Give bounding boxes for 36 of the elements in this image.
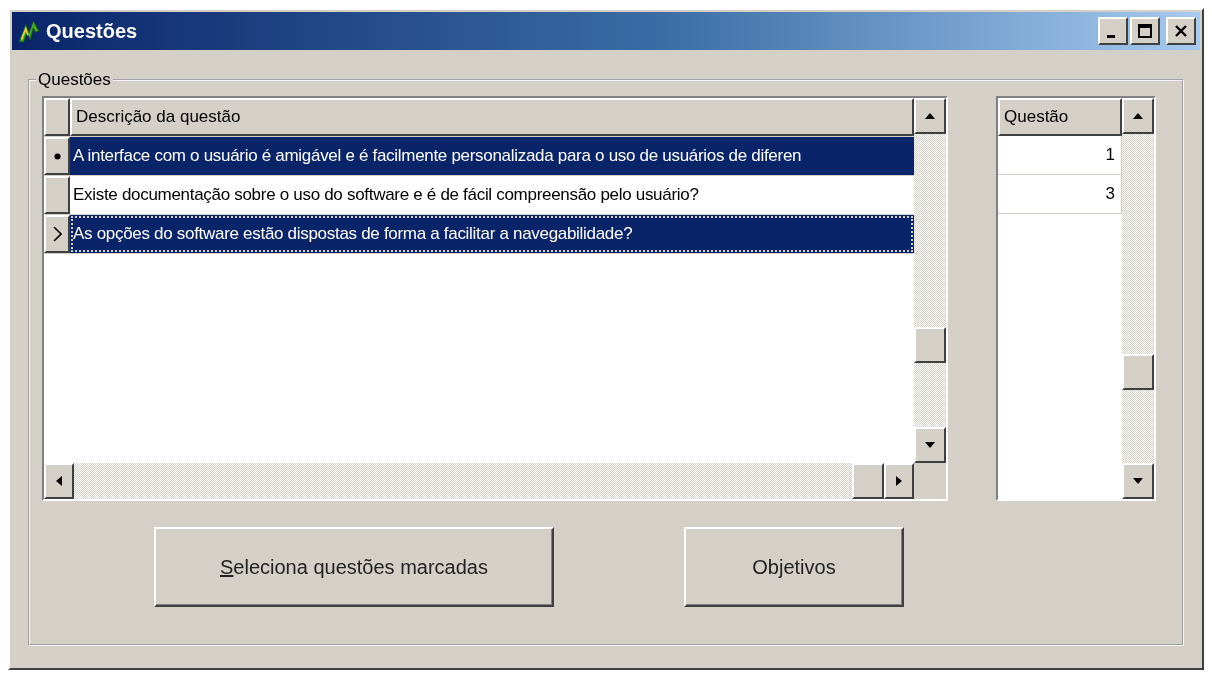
down-arrow-icon [925,442,935,448]
left-arrow-icon [56,476,62,486]
up-arrow-icon [1133,113,1143,119]
objectives-button[interactable]: Objetivos [684,527,904,607]
scroll-thumb[interactable] [1122,353,1154,390]
up-arrow-icon [925,113,935,119]
scroll-thumb[interactable] [852,463,884,499]
row-indicator[interactable] [44,215,70,253]
scroll-down-button[interactable] [914,427,946,463]
app-icon [16,18,42,44]
select-button[interactable]: Seleciona questões marcadas [154,527,554,607]
maximize-button[interactable] [1130,17,1160,45]
scroll-thumb[interactable] [914,326,946,363]
column-header[interactable]: Questão [998,98,1122,136]
table-cell[interactable]: A interface com o usuário é amigável e é facilmente personalizada para o uso de usuários de diferen [70,137,914,175]
scroll-right-button[interactable] [884,463,914,499]
column-header[interactable]: Descrição da questão [70,98,914,136]
window-title: Questões [46,19,139,43]
minimize-icon [1107,34,1115,38]
close-icon [1174,24,1188,38]
scroll-down-button[interactable] [1122,463,1154,499]
scroll-up-button[interactable] [1122,98,1154,134]
right-arrow-icon [896,476,902,486]
vertical-scrollbar[interactable] [1122,98,1154,499]
vertical-scrollbar[interactable] [914,98,946,463]
maximize-icon [1138,24,1152,38]
down-arrow-icon [1133,478,1143,484]
scrollbar-corner [914,463,946,499]
scroll-left-button[interactable] [44,463,74,499]
row-indicator[interactable] [44,176,70,214]
row-indicator[interactable] [44,137,70,175]
scroll-up-button[interactable] [914,98,946,134]
close-button[interactable] [1166,17,1196,45]
minimize-button[interactable] [1098,17,1128,45]
table-cell[interactable]: As opções do software estão dispostas de forma a facilitar a navegabilidade? [70,215,914,253]
group-label: Questões [37,70,112,90]
